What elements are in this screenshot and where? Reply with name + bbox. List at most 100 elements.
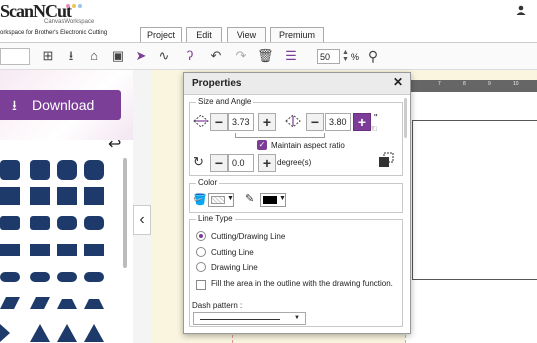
fill-color-picker[interactable]: ▼ [208, 193, 234, 207]
width-increment-button[interactable]: + [258, 113, 276, 131]
chevron-down-icon: ▼ [227, 195, 234, 202]
cursor-icon: ☜ [369, 124, 378, 135]
line-type-label: Line Type [196, 214, 235, 223]
size-angle-label: Size and Angle [196, 97, 254, 106]
fit-size-icon[interactable] [378, 152, 394, 168]
shape-pill[interactable] [0, 272, 20, 282]
color-label: Color [196, 178, 220, 187]
shape-rounded-square[interactable] [30, 160, 50, 180]
dialog-scrollbar[interactable] [404, 98, 407, 138]
fill-bucket-icon: 🪣 [193, 194, 207, 206]
undo-icon[interactable]: ↶ [208, 48, 224, 64]
select-arrow-icon[interactable]: ➤ [133, 48, 149, 64]
selected-object-outline[interactable] [412, 120, 537, 280]
ruler-mark: 7 [438, 81, 441, 87]
shape-stamp-rect[interactable] [84, 244, 104, 256]
shape-rounded-rect[interactable] [0, 216, 20, 230]
redo-icon[interactable]: ↷ [233, 48, 249, 64]
layers-icon[interactable]: ☰ [283, 48, 299, 64]
line-pen-icon: ✎ [245, 193, 255, 205]
angle-unit: degree(s) [277, 158, 312, 167]
line-color-picker[interactable]: ▼ [260, 193, 286, 207]
height-input[interactable]: 3.80 [325, 113, 351, 131]
ruler-mark: 8 [463, 81, 466, 87]
no-fill-swatch [211, 196, 225, 204]
aspect-link-bracket [235, 133, 325, 138]
rotate-icon: ↻ [193, 154, 204, 169]
shape-stamp-rect[interactable] [0, 244, 20, 256]
shape-row-triangles[interactable] [0, 322, 110, 343]
tab-project[interactable]: Project [140, 27, 182, 42]
shape-rounded-square[interactable] [57, 160, 77, 180]
pen-icon[interactable]: ∿ [156, 48, 172, 64]
tab-view[interactable]: View [227, 27, 266, 42]
shape-stamp-rect[interactable] [57, 244, 77, 256]
height-icon [285, 114, 301, 128]
ruler-mark: 9 [488, 81, 491, 87]
close-icon[interactable]: ✕ [393, 75, 403, 89]
fill-outline-label: Fill the area in the outline with the dr… [211, 279, 393, 288]
height-decrement-button[interactable]: − [306, 113, 324, 131]
shape-stamp-rect[interactable] [30, 244, 50, 256]
width-input[interactable]: 3.73 [228, 113, 254, 131]
shape-stamp-square[interactable] [57, 187, 77, 205]
width-icon [193, 114, 209, 128]
add-shape-icon[interactable]: ⊞ [40, 48, 56, 64]
zoom-unit: % [351, 52, 360, 62]
shape-rounded-square[interactable] [84, 160, 104, 180]
angle-decrement-button[interactable]: − [210, 154, 228, 172]
curve-tool-icon[interactable]: ʔ [182, 48, 198, 64]
tab-premium[interactable]: Premium [270, 27, 324, 42]
logo-dots [66, 4, 86, 8]
download-label: Download [32, 97, 95, 113]
shape-rounded-rect[interactable] [57, 216, 77, 230]
radio-cutting-line[interactable] [196, 247, 206, 257]
dash-pattern-label: Dash pattern : [192, 301, 243, 310]
shape-rounded-rect[interactable] [84, 216, 104, 230]
chevron-down-icon: ▼ [294, 315, 300, 321]
canvas-ruler: 7 8 9 10 [405, 80, 537, 92]
download-icon: ⭳ [12, 97, 17, 113]
export-icon[interactable]: ⌂ [86, 48, 102, 64]
download-button[interactable]: ⭳ Download [0, 90, 121, 120]
search-icon[interactable]: ⚲ [365, 48, 381, 64]
zoom-stepper[interactable]: ▲ ▼ [342, 49, 350, 64]
maintain-aspect-checkbox[interactable]: ✓ [257, 140, 267, 150]
radio-drawing-line[interactable] [196, 262, 206, 272]
app-logo-sub: CanvasWorkspace [44, 19, 95, 25]
fill-outline-checkbox[interactable] [196, 280, 206, 290]
cutting-line-label: Cutting Line [211, 248, 254, 257]
left-panel-scrollbar[interactable] [123, 158, 127, 268]
radio-cutting-drawing-line[interactable] [196, 231, 206, 241]
toolbar-left-box [0, 48, 30, 65]
dash-pattern-preview [200, 319, 280, 320]
shape-row-quads[interactable] [0, 295, 110, 311]
angle-increment-button[interactable]: + [258, 154, 276, 172]
shape-pill[interactable] [30, 272, 50, 282]
maintain-aspect-label: Maintain aspect ratio [271, 141, 345, 150]
collapse-panel-button[interactable]: ‹ [133, 205, 151, 235]
shape-pill[interactable] [57, 272, 77, 282]
line-color-swatch [263, 196, 277, 204]
cutting-drawing-line-label: Cutting/Drawing Line [211, 232, 286, 241]
tab-edit[interactable]: Edit [186, 27, 222, 42]
drawing-line-label: Drawing Line [211, 263, 258, 272]
dash-pattern-select[interactable]: ▼ [193, 312, 306, 325]
scan-icon[interactable]: ▣ [110, 48, 126, 64]
shape-stamp-square[interactable] [84, 187, 104, 205]
chevron-down-icon: ▼ [279, 195, 286, 202]
import-icon[interactable]: ⭳ [63, 48, 79, 64]
properties-title: Properties [192, 78, 242, 89]
user-icon[interactable] [516, 2, 526, 15]
width-decrement-button[interactable]: − [210, 113, 228, 131]
back-icon[interactable]: ↩ [108, 134, 121, 154]
trash-icon[interactable]: 🗑 [257, 48, 274, 64]
shape-stamp-square[interactable] [0, 187, 20, 205]
shape-rounded-square[interactable] [0, 160, 20, 180]
shape-pill[interactable] [84, 272, 104, 282]
zoom-input[interactable]: 50 [317, 49, 340, 64]
size-unit: " [374, 113, 378, 124]
angle-input[interactable]: 0.0 [228, 154, 254, 172]
shape-rounded-rect[interactable] [30, 216, 50, 230]
shape-stamp-square[interactable] [30, 187, 50, 205]
